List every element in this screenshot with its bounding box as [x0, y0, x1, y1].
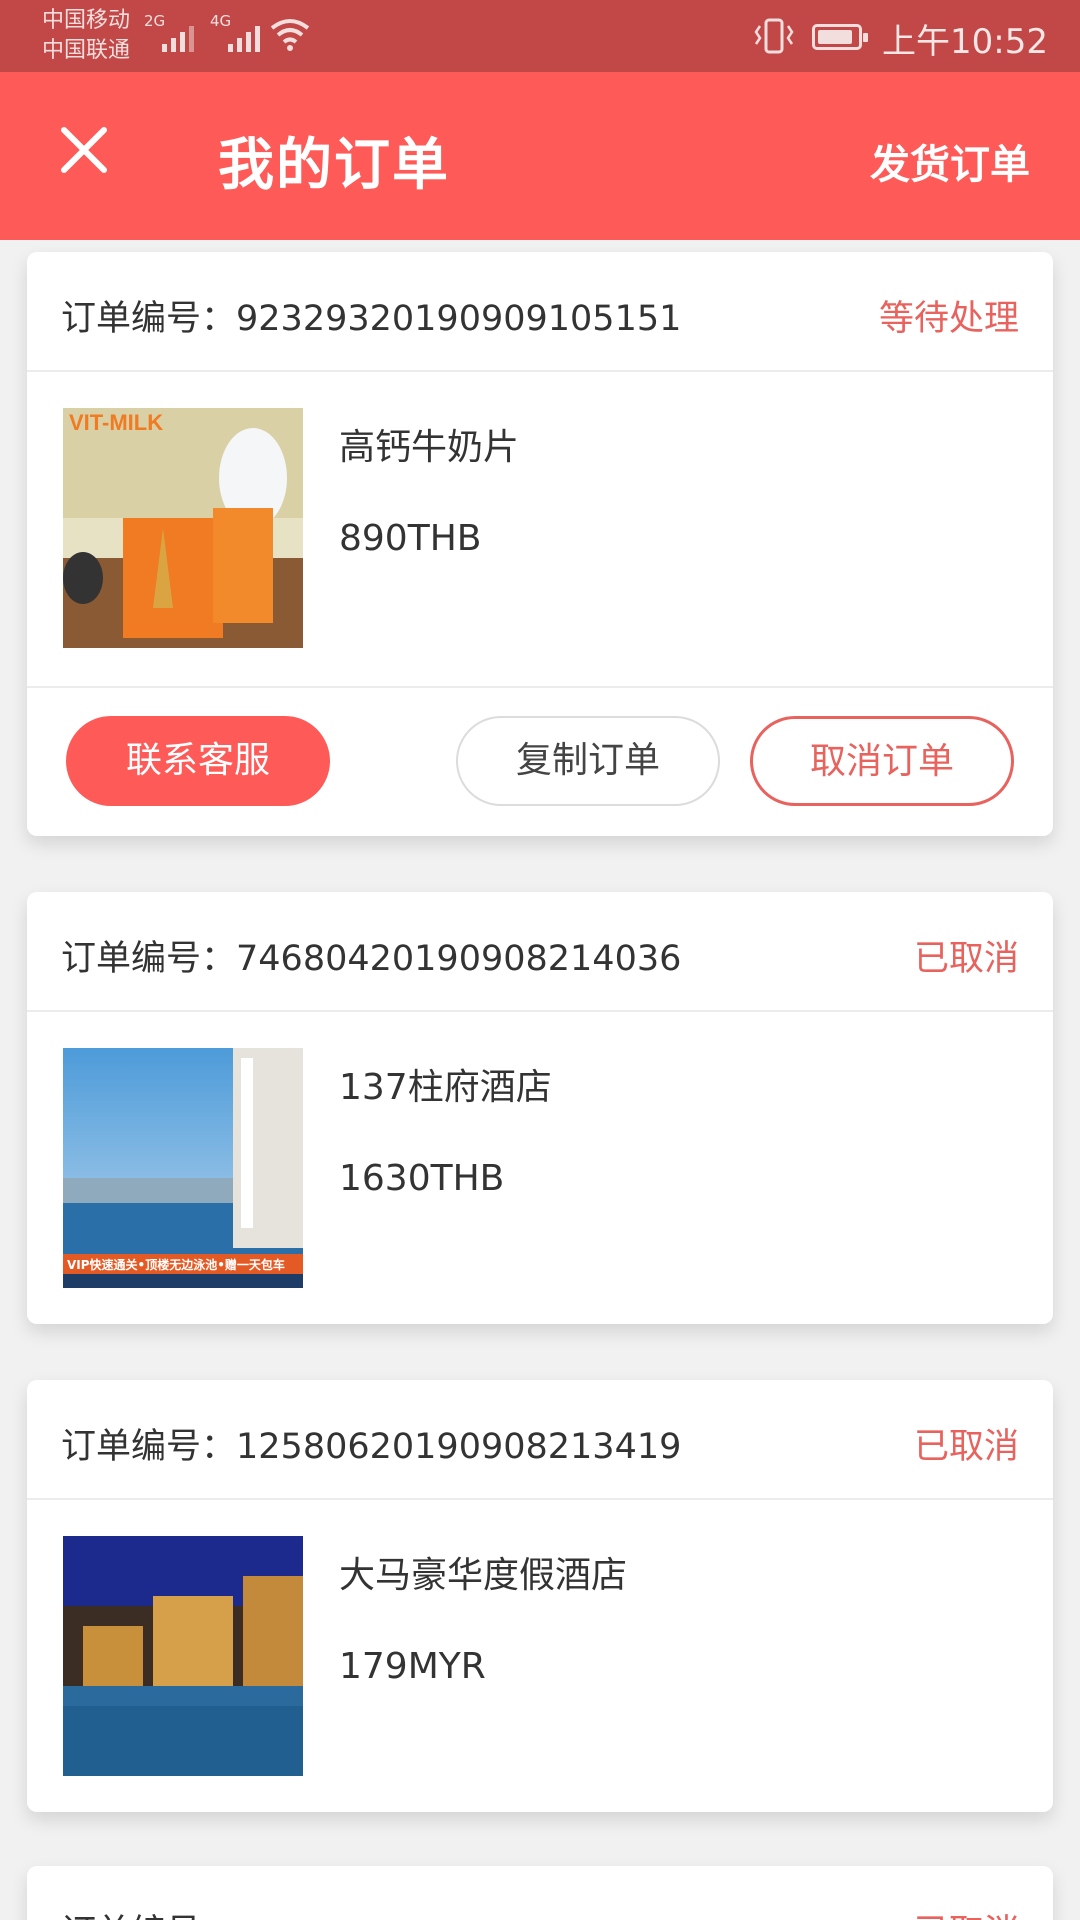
order-number-value: 92329320190909105151 [236, 299, 682, 339]
order-number: 订单编号：92329320190909105151 [61, 290, 681, 341]
product-image-brand: VIT-MILK [69, 410, 163, 435]
copy-order-button[interactable]: 复制订单 [456, 716, 720, 806]
order-status: 等待处理 [878, 299, 1019, 339]
product-price: 179MYR [339, 1646, 486, 1687]
signal-icon-2 [228, 20, 260, 52]
order-number-label: 订单编号： [61, 1427, 237, 1467]
order-card: 订单编号：74680420190908214036 已取消 VIP快速通关•顶楼… [27, 892, 1053, 1324]
order-card: 订单编号：12580620190908213419 已取消 大马豪华度假酒店 1… [27, 1380, 1053, 1812]
order-number-label: 订单编号： [61, 939, 237, 979]
order-product[interactable]: 大马豪华度假酒店 179MYR [27, 1500, 1053, 1812]
product-price: 1630THB [339, 1158, 505, 1199]
close-icon[interactable] [56, 122, 112, 178]
product-name: 大马豪华度假酒店 [339, 1555, 628, 1596]
status-bar: 中国移动 中国联通 2G 4G 上午10:52 [0, 0, 1080, 72]
order-number-value: 74680420190908214036 [236, 939, 682, 979]
product-image-caption: VIP快速通关•顶楼无边泳池•赠一天包车 [67, 1257, 285, 1272]
product-image: VIT-MILK [63, 408, 303, 648]
order-card: 订单编号：92329320190909105151 等待处理 VIT-MILK … [27, 252, 1053, 836]
order-status: 已取消 [913, 1427, 1019, 1467]
order-number-value: 12580620190908213419 [236, 1427, 682, 1467]
order-actions: 联系客服 复制订单 取消订单 [27, 686, 1053, 836]
clock: 上午10:52 [882, 22, 1048, 62]
carrier-1: 中国移动 [42, 8, 131, 33]
contact-service-button[interactable]: 联系客服 [66, 716, 330, 806]
carrier-names: 中国移动 中国联通 [42, 6, 130, 66]
product-image: VIP快速通关•顶楼无边泳池•赠一天包车 [63, 1048, 303, 1288]
product-name: 137柱府酒店 [339, 1067, 552, 1108]
vibrate-icon [754, 18, 794, 54]
product-image [63, 1536, 303, 1776]
order-card: 订单编号： 已取消 [27, 1866, 1053, 1920]
signal-icon-1 [162, 20, 194, 52]
order-card-header: 订单编号： 已取消 [27, 1866, 1053, 1920]
wifi-icon [270, 19, 310, 51]
order-product[interactable]: VIT-MILK 高钙牛奶片 890THB [27, 372, 1053, 686]
product-name: 高钙牛奶片 [339, 427, 520, 468]
order-number-label: 订单编号： [61, 1904, 236, 1920]
shipping-orders-link[interactable]: 发货订单 [870, 132, 1030, 190]
battery-icon [812, 24, 868, 50]
order-card-header: 订单编号：92329320190909105151 等待处理 [27, 252, 1053, 372]
order-number-label: 订单编号： [61, 299, 237, 339]
order-number: 订单编号：74680420190908214036 [61, 930, 681, 981]
order-number: 订单编号：12580620190908213419 [61, 1418, 681, 1469]
order-card-header: 订单编号：12580620190908213419 已取消 [27, 1380, 1053, 1500]
app-header: 我的订单 发货订单 [0, 72, 1080, 240]
order-product[interactable]: VIP快速通关•顶楼无边泳池•赠一天包车 137柱府酒店 1630THB [27, 1012, 1053, 1324]
order-card-header: 订单编号：74680420190908214036 已取消 [27, 892, 1053, 1012]
page-title: 我的订单 [218, 133, 450, 198]
product-price: 890THB [339, 518, 482, 559]
order-status: 已取消 [914, 1904, 1019, 1920]
order-status: 已取消 [913, 939, 1019, 979]
cancel-order-button[interactable]: 取消订单 [750, 716, 1014, 806]
carrier-2: 中国联通 [42, 38, 131, 63]
